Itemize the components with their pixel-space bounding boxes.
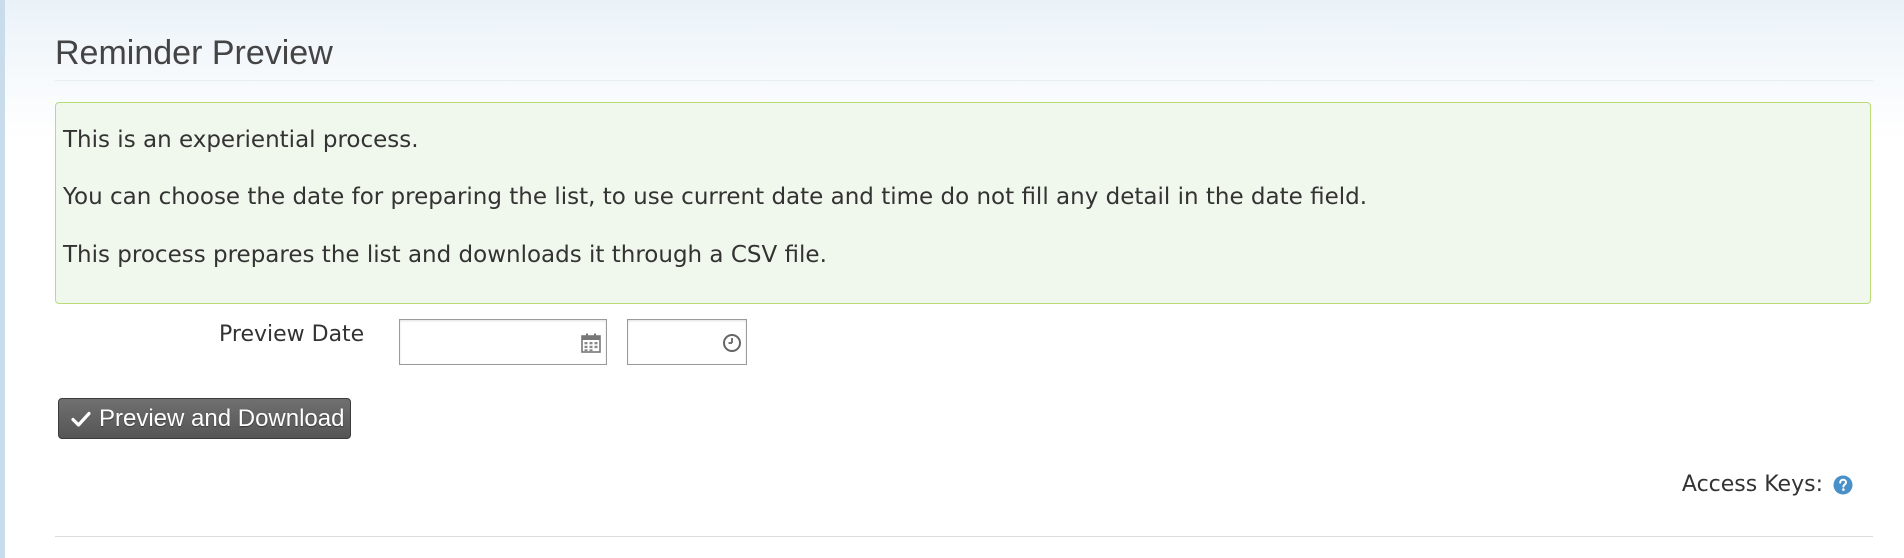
- preview-and-download-label: Preview and Download: [99, 404, 345, 432]
- info-message-box: This is an experiential process. You can…: [55, 102, 1871, 304]
- calendar-icon[interactable]: [580, 332, 602, 354]
- preview-date-field[interactable]: [399, 319, 607, 365]
- access-keys: Access Keys:: [1682, 472, 1853, 497]
- page-title: Reminder Preview: [55, 34, 333, 72]
- preview-time-field[interactable]: [627, 319, 747, 365]
- info-line: This process prepares the list and downl…: [63, 242, 827, 268]
- bottom-divider: [55, 536, 1873, 537]
- preview-date-input[interactable]: [400, 320, 606, 364]
- page-frame: Reminder Preview This is an experiential…: [0, 0, 1904, 558]
- check-icon: [71, 411, 91, 427]
- info-line: This is an experiential process.: [63, 127, 419, 153]
- clock-icon[interactable]: [722, 333, 742, 353]
- info-line: You can choose the date for preparing th…: [63, 184, 1368, 210]
- question-circle-icon[interactable]: [1833, 475, 1853, 495]
- preview-date-label: Preview Date: [219, 322, 365, 347]
- access-keys-label: Access Keys:: [1681, 472, 1823, 497]
- title-divider: [55, 80, 1873, 81]
- preview-and-download-button[interactable]: Preview and Download: [58, 398, 351, 439]
